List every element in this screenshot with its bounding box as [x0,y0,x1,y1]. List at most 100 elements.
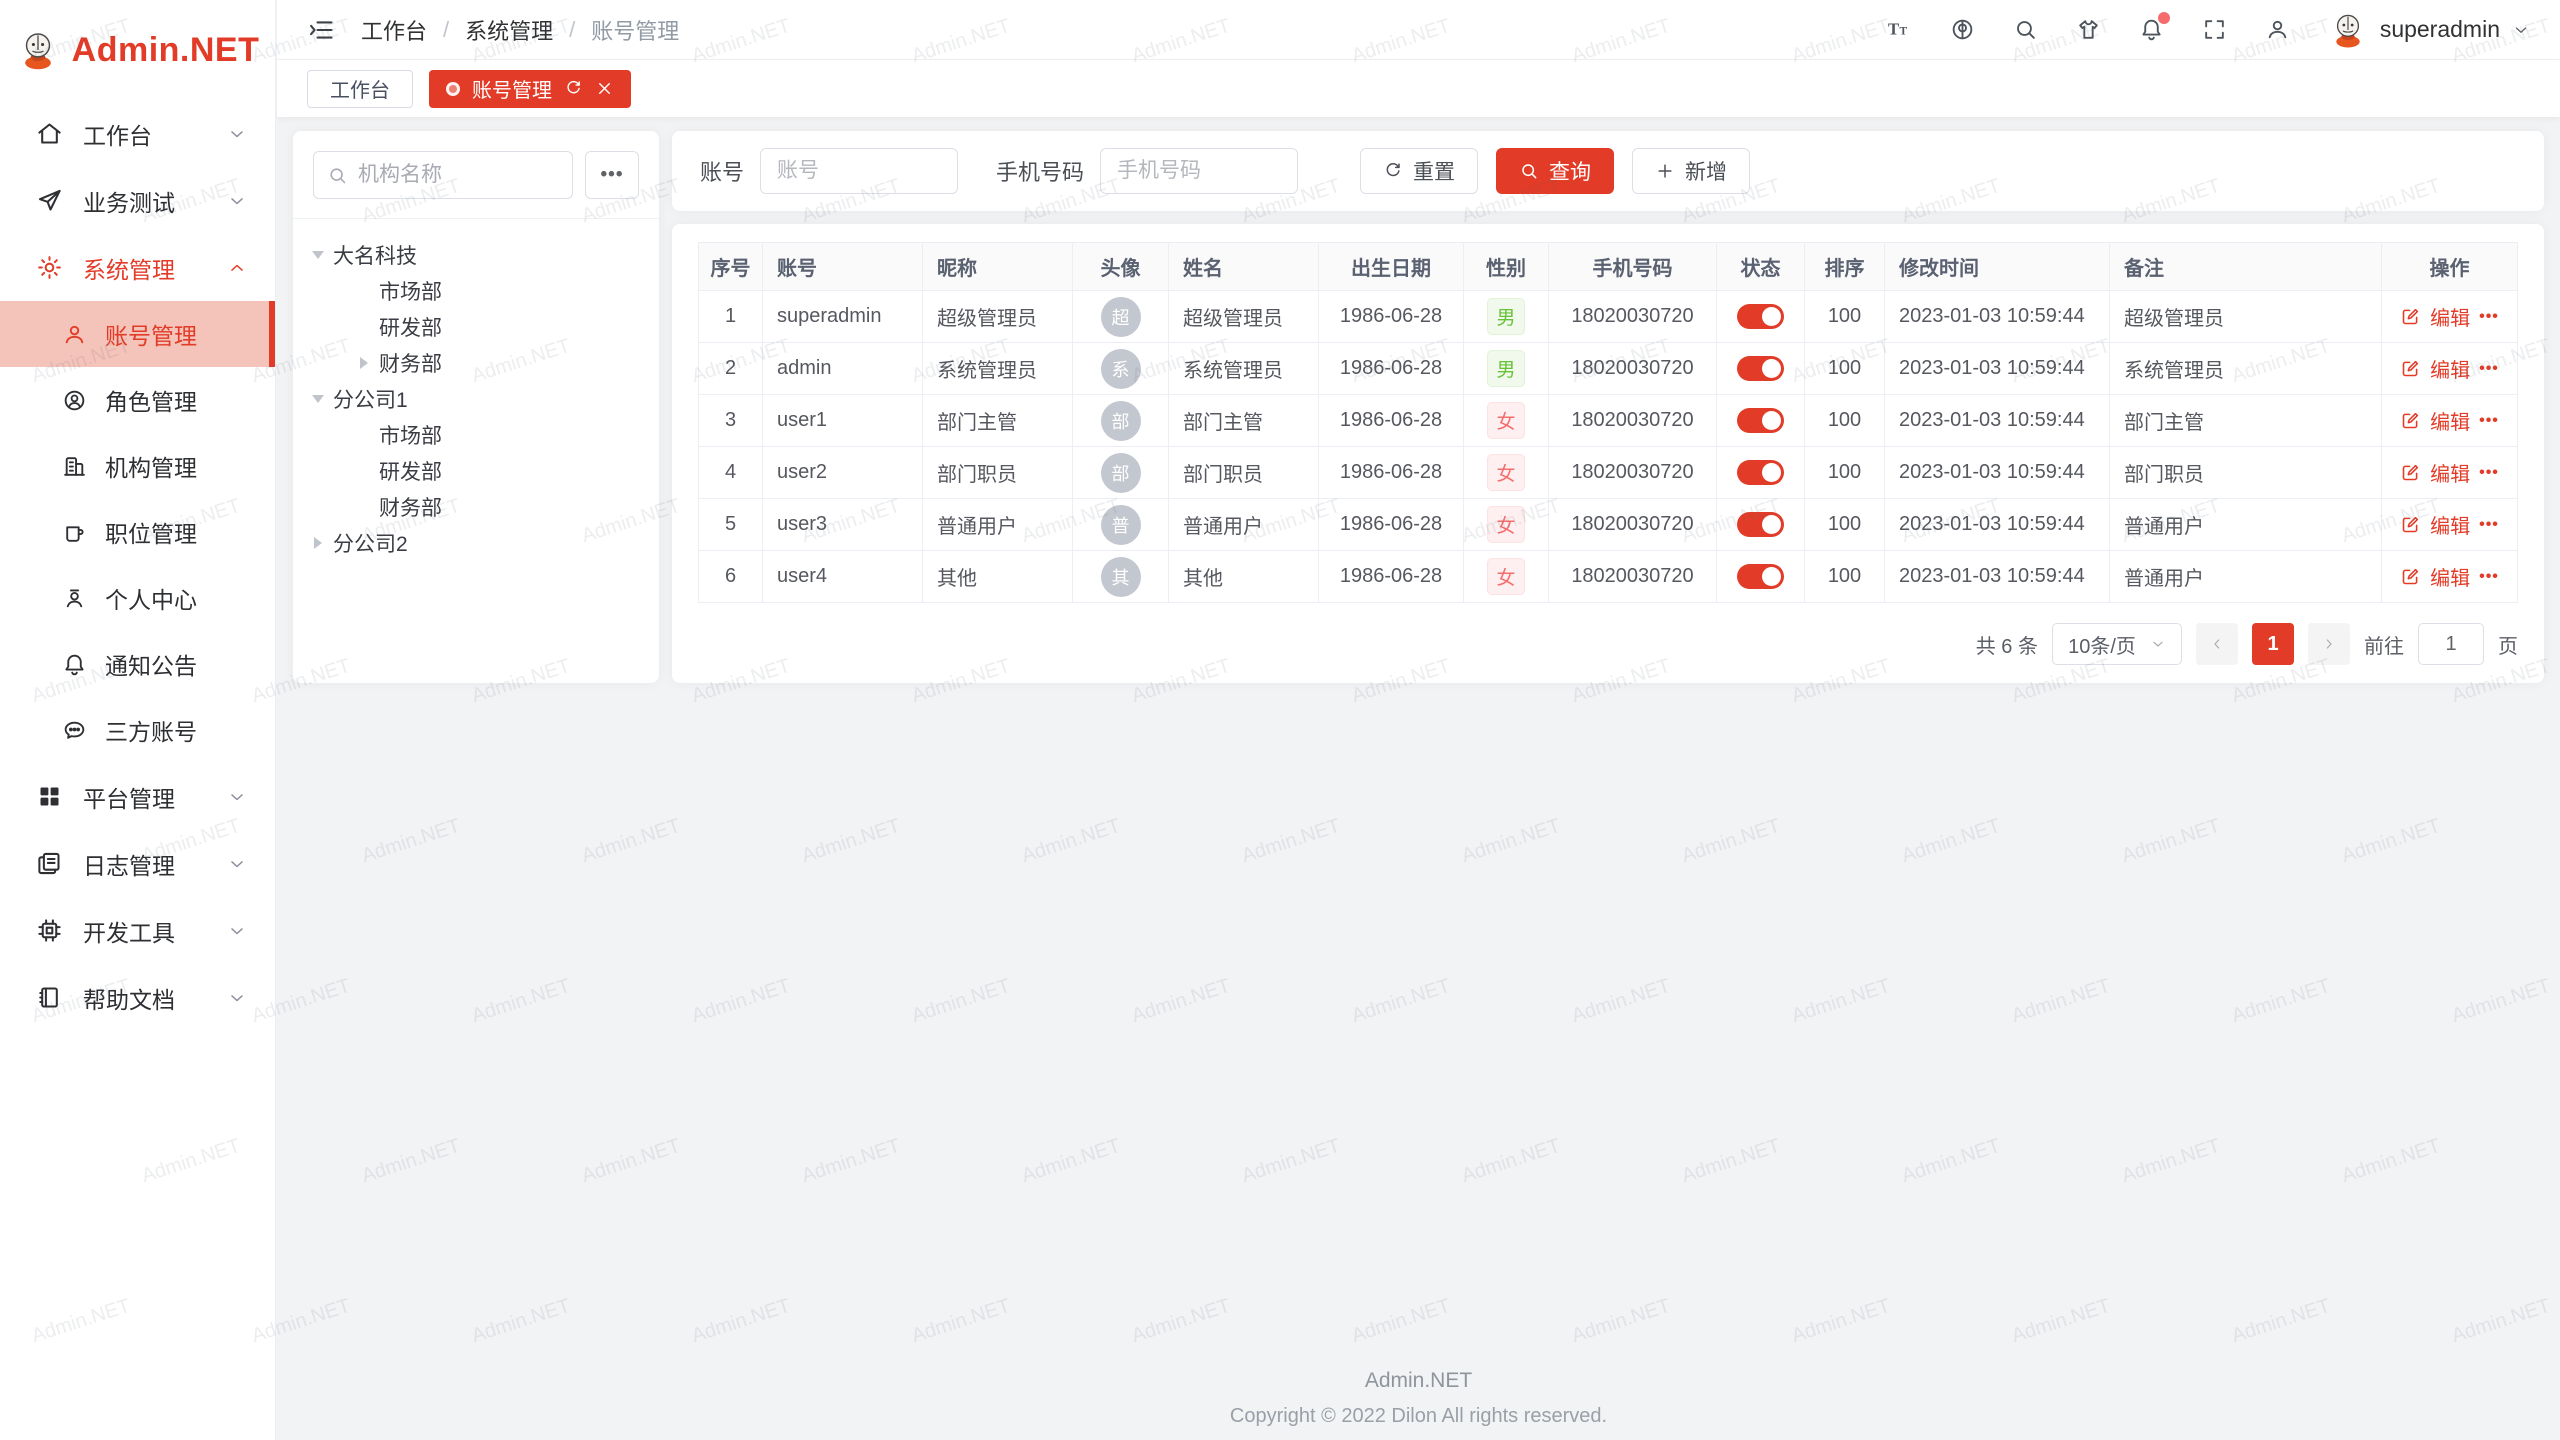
cell-modified: 2023-01-03 10:59:44 [1885,343,2110,394]
cell-status [1717,551,1805,602]
cell-account: superadmin [763,291,923,342]
cell-status [1717,395,1805,446]
avatar: 部 [1101,401,1141,441]
table-row-6: 6user4其他其其他1986-06-28女180200307201002023… [699,551,2517,603]
tree-node-8[interactable]: 分公司2 [303,525,649,561]
page-button-1[interactable]: 1 [2252,623,2294,665]
more-actions-button[interactable]: ••• [2479,516,2499,534]
status-toggle[interactable] [1737,408,1784,433]
edit-button[interactable]: 编辑 [2430,510,2470,539]
sidebar-item-11[interactable]: 日志管理 [0,830,275,897]
query-button[interactable]: 查询 [1496,148,1614,194]
tab-workbench[interactable]: 工作台 [307,70,413,108]
menu-collapse-icon[interactable] [307,16,335,44]
more-actions-button[interactable]: ••• [2479,568,2499,586]
next-page-button[interactable] [2308,623,2350,665]
cell-account: admin [763,343,923,394]
tree-node-7[interactable]: 财务部 [303,489,649,525]
sidebar-item-1[interactable]: 业务测试 [0,167,275,234]
phone-input[interactable] [1100,148,1298,194]
edit-button[interactable]: 编辑 [2430,354,2470,383]
account-input[interactable] [760,148,958,194]
sidebar-item-5[interactable]: 机构管理 [0,433,275,499]
sidebar-item-12[interactable]: 开发工具 [0,897,275,964]
tree-node-6[interactable]: 研发部 [303,453,649,489]
fullscreen-icon[interactable] [2202,17,2227,42]
cell-birth: 1986-06-28 [1319,447,1464,498]
more-actions-button[interactable]: ••• [2479,412,2499,430]
cell-avatar: 普 [1073,499,1169,550]
status-toggle[interactable] [1737,356,1784,381]
column-header-account: 账号 [763,243,923,290]
sidebar-item-4[interactable]: 角色管理 [0,367,275,433]
org-search-box [313,151,573,199]
sidebar-item-3[interactable]: 账号管理 [0,301,275,367]
sidebar-item-0[interactable]: 工作台 [0,100,275,167]
cell-actions: 编辑 ••• [2382,551,2517,602]
language-icon[interactable] [1950,17,1975,42]
theme-icon[interactable] [2076,17,2101,42]
gender-badge: 女 [1487,558,1524,595]
edit-button[interactable]: 编辑 [2430,458,2470,487]
caret-down-icon [312,251,324,259]
org-tree: 大名科技市场部研发部财务部分公司1市场部研发部财务部分公司2 [293,219,659,579]
sidebar-item-6[interactable]: 职位管理 [0,499,275,565]
sidebar-item-10[interactable]: 平台管理 [0,763,275,830]
tree-node-0[interactable]: 大名科技 [303,237,649,273]
profile-icon[interactable] [2265,17,2290,42]
tree-node-2[interactable]: 研发部 [303,309,649,345]
close-icon[interactable] [595,79,614,98]
edit-button[interactable]: 编辑 [2430,302,2470,331]
add-button[interactable]: 新增 [1632,148,1750,194]
sidebar-item-label: 账号管理 [105,317,197,351]
page-size-value: 10条/页 [2068,630,2136,659]
avatar: 部 [1101,453,1141,493]
cell-birth: 1986-06-28 [1319,395,1464,446]
sidebar-item-8[interactable]: 通知公告 [0,631,275,697]
search-icon[interactable] [2013,17,2038,42]
more-actions-button[interactable]: ••• [2479,308,2499,326]
breadcrumb: 工作台 / 系统管理 / 账号管理 [361,14,679,46]
accounts-table: 序号账号昵称头像姓名出生日期性别手机号码状态排序修改时间备注操作 1supera… [698,242,2518,603]
more-actions-button[interactable]: ••• [2479,360,2499,378]
more-actions-button[interactable]: ••• [2479,464,2499,482]
status-toggle[interactable] [1737,512,1784,537]
org-search-input[interactable] [358,163,559,187]
goto-page-input[interactable] [2418,623,2484,665]
reset-button[interactable]: 重置 [1360,148,1478,194]
edit-button[interactable]: 编辑 [2430,562,2470,591]
cell-birth: 1986-06-28 [1319,551,1464,602]
tree-node-1[interactable]: 市场部 [303,273,649,309]
sidebar-item-2[interactable]: 系统管理 [0,234,275,301]
status-toggle[interactable] [1737,460,1784,485]
tab-account-management[interactable]: 账号管理 [429,70,631,108]
status-toggle[interactable] [1737,304,1784,329]
tree-more-button[interactable]: ••• [585,151,639,199]
app-logo[interactable]: Admin.NET [0,0,275,100]
breadcrumb-item[interactable]: 系统管理 [465,14,553,46]
gender-badge: 男 [1487,298,1524,335]
sidebar-item-13[interactable]: 帮助文档 [0,964,275,1031]
cell-account: user2 [763,447,923,498]
cell-sort: 100 [1805,499,1885,550]
tree-node-3[interactable]: 财务部 [303,345,649,381]
cell-seq: 5 [699,499,763,550]
refresh-icon[interactable] [564,79,583,98]
tree-node-4[interactable]: 分公司1 [303,381,649,417]
tree-node-5[interactable]: 市场部 [303,417,649,453]
font-size-icon[interactable]: TT [1887,17,1912,42]
username: superadmin [2380,16,2500,43]
breadcrumb-item[interactable]: 工作台 [361,14,427,46]
column-header-nickname: 昵称 [923,243,1073,290]
cell-remark: 普通用户 [2110,499,2382,550]
notification-icon[interactable] [2139,17,2164,42]
chevron-down-icon [227,124,247,144]
page-size-select[interactable]: 10条/页 [2052,623,2182,665]
prev-page-button[interactable] [2196,623,2238,665]
edit-button[interactable]: 编辑 [2430,406,2470,435]
edit-icon [2400,462,2421,483]
sidebar-item-7[interactable]: 个人中心 [0,565,275,631]
user-menu[interactable]: superadmin [2328,10,2530,50]
sidebar-item-9[interactable]: 三方账号 [0,697,275,763]
status-toggle[interactable] [1737,564,1784,589]
